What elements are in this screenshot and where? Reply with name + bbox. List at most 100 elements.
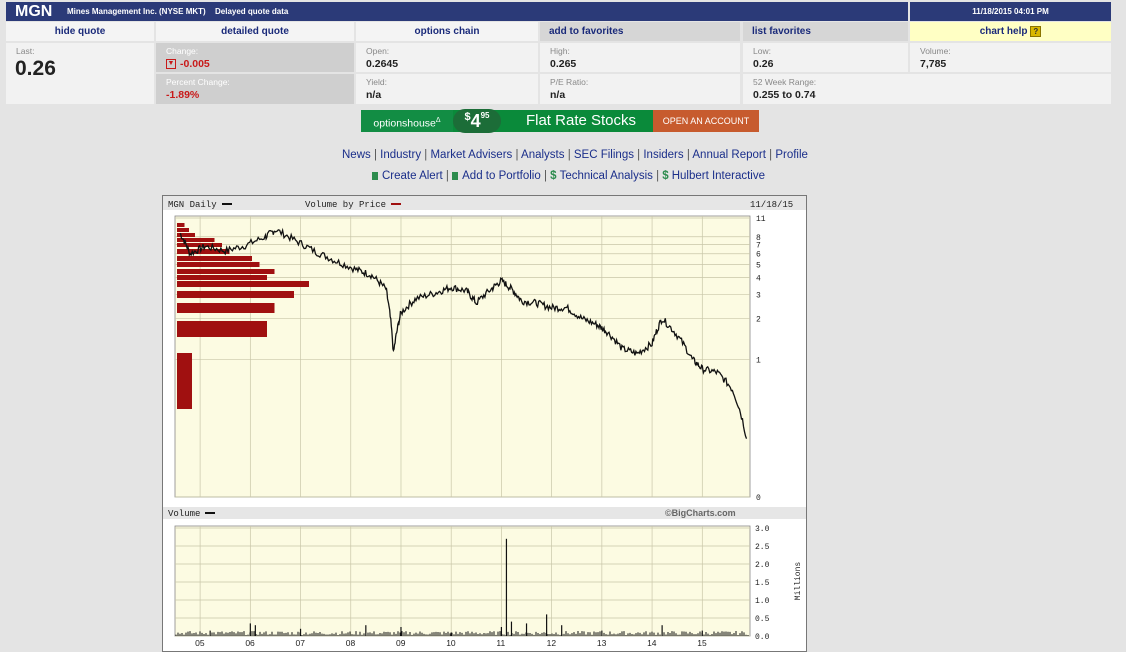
analysts-link[interactable]: Analysts [521, 149, 564, 161]
x-tick-label: 14 [647, 638, 657, 648]
x-axis: 05 06 07 08 09 10 11 12 13 14 15 [195, 638, 707, 648]
hide-quote-tab[interactable]: hide quote [6, 22, 154, 41]
x-tick-label: 11 [496, 638, 505, 648]
dollar-icon: $ [550, 170, 557, 182]
volume-plot-area [174, 525, 751, 637]
add-to-portfolio-link[interactable]: Add to Portfolio [462, 170, 541, 182]
price-y-tick-label: 0 [756, 494, 761, 503]
x-tick-label: 12 [547, 638, 557, 648]
volume-by-price-bar [177, 269, 275, 274]
delta-icon: Δ [435, 117, 441, 124]
ad-headline: Flat Rate Stocks [525, 112, 637, 129]
company-nav-links: News | Industry | Market Advisers | Anal… [342, 149, 808, 161]
change-value: -0.005 [180, 58, 210, 70]
change-label: Change: [166, 46, 199, 56]
ad-price: $495 [453, 109, 501, 133]
price-y-tick-label: 7 [756, 242, 761, 251]
ad-price-cents: 95 [480, 111, 490, 120]
pe-ratio-value: n/a [550, 89, 566, 101]
volume-y-tick-label: 0.5 [755, 615, 770, 624]
volume-by-price-bar [177, 275, 267, 280]
price-y-axis: 11876543210 [756, 215, 766, 503]
low-label: Low: [753, 46, 771, 56]
company-name: Mines Management Inc. (NYSE MKT) [67, 7, 206, 16]
profile-link[interactable]: Profile [775, 149, 808, 161]
help-icon: ? [1030, 26, 1042, 37]
options-chain-tab[interactable]: options chain [356, 22, 538, 41]
last-label: Last: [16, 46, 35, 56]
yield-value: n/a [366, 89, 382, 101]
technical-analysis-link[interactable]: Technical Analysis [560, 170, 653, 182]
hulbert-interactive-link[interactable]: Hulbert Interactive [672, 170, 765, 182]
percent-change-label: Percent Change: [166, 77, 230, 87]
volume-by-price-bar [177, 223, 185, 227]
portfolio-icon [452, 171, 459, 180]
down-arrow-icon: ▼ [166, 59, 176, 70]
x-tick-label: 07 [296, 638, 306, 648]
insiders-link[interactable]: Insiders [643, 149, 683, 161]
price-y-tick-label: 3 [756, 292, 761, 301]
price-legend-swatch [222, 203, 232, 205]
volume-legend-swatch [205, 512, 215, 514]
volume-by-price-bar [177, 321, 267, 337]
yield-cell: Yield: n/a [356, 74, 538, 104]
alert-icon [372, 171, 378, 180]
price-chart-svg: MGN Daily Volume by Price 11/18/15 11876… [163, 196, 806, 648]
high-cell: High: 0.265 [540, 43, 740, 72]
chart-help-tab[interactable]: chart help ? [910, 22, 1111, 41]
price-chart[interactable]: MGN Daily Volume by Price 11/18/15 11 8 7 6… [162, 195, 807, 652]
quote-header-bar: MGN Mines Management Inc. (NYSE MKT) Del… [6, 2, 908, 21]
x-tick-label: 05 [195, 638, 205, 648]
last-price-cell: Last: 0.26 [6, 43, 154, 104]
price-y-tick-label: 1 [756, 356, 761, 365]
optionshouse-ad-banner[interactable]: optionshouseΔ $495 Flat Rate Stocks OPEN… [361, 109, 759, 133]
ad-logo-text: optionshouse [373, 117, 436, 130]
optionshouse-logo: optionshouseΔ [361, 110, 453, 132]
market-advisers-link[interactable]: Market Advisers [430, 149, 512, 161]
volume-y-tick-label: 2.5 [755, 543, 770, 552]
industry-link[interactable]: Industry [380, 149, 421, 161]
create-alert-link[interactable]: Create Alert [382, 170, 443, 182]
percent-change-value: -1.89% [166, 89, 200, 101]
volume-y-tick-label: 2.0 [755, 561, 770, 570]
percent-change-cell: Percent Change: -1.89% [156, 74, 354, 104]
volume-cell: Volume: 7,785 [910, 43, 1111, 72]
price-y-tick-label: 5 [756, 261, 761, 270]
add-to-favorites-tab[interactable]: add to favorites [540, 22, 740, 41]
open-account-button[interactable]: OPEN AN ACCOUNT [653, 110, 759, 132]
volume-y-axis: 3.0 2.5 2.0 1.5 1.0 0.5 0.0 [755, 525, 770, 642]
volume-by-price-bar [177, 303, 275, 313]
ad-price-main: 4 [470, 111, 481, 131]
x-tick-label: 06 [245, 638, 255, 648]
news-link[interactable]: News [342, 149, 371, 161]
price-y-tick-label: 6 [756, 251, 761, 260]
price-y-tick-label: 11 [756, 215, 766, 224]
low-cell: Low: 0.26 [743, 43, 908, 72]
list-favorites-tab[interactable]: list favorites [743, 22, 908, 41]
volume-by-price-bar [177, 256, 252, 261]
vbp-legend-swatch [391, 203, 401, 205]
low-value: 0.26 [753, 58, 774, 70]
week52-range-value: 0.255 to 0.74 [753, 89, 816, 101]
detailed-quote-tab[interactable]: detailed quote [156, 22, 354, 41]
volume-by-price-bar [177, 262, 260, 267]
sec-filings-link[interactable]: SEC Filings [574, 149, 634, 161]
bigcharts-credit: ©BigCharts.com [665, 508, 736, 518]
dollar-icon: $ [662, 170, 669, 182]
last-price: 0.26 [15, 57, 56, 80]
price-y-tick-label: 2 [756, 315, 761, 324]
volume-by-price-bar [177, 291, 294, 298]
x-tick-label: 08 [346, 638, 356, 648]
volume-by-price-bar [177, 281, 309, 287]
x-tick-label: 09 [396, 638, 406, 648]
week52-range-label: 52 Week Range: [753, 77, 817, 87]
volume-y-tick-label: 0.0 [755, 633, 770, 642]
price-chart-title: MGN Daily [168, 200, 217, 210]
change-value-wrap: ▼ -0.005 [166, 58, 210, 70]
pe-ratio-cell: P/E Ratio: n/a [540, 74, 740, 104]
volume-chart-title: Volume [168, 509, 200, 519]
change-cell: Change: ▼ -0.005 [156, 43, 354, 72]
ticker-symbol: MGN [15, 3, 53, 20]
annual-report-link[interactable]: Annual Report [692, 149, 766, 161]
high-label: High: [550, 46, 570, 56]
